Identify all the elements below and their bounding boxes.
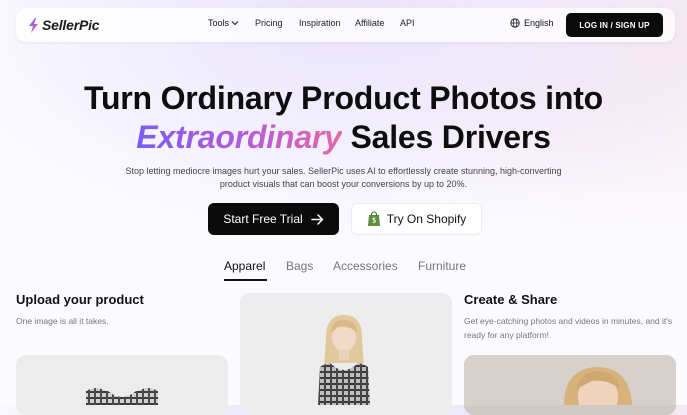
globe-icon: [510, 18, 520, 28]
hero-subtitle: Stop letting mediocre images hurt your s…: [125, 166, 562, 189]
tab-accessories[interactable]: Accessories: [333, 259, 398, 273]
create-step-title: Create & Share: [464, 292, 558, 307]
upload-step-title: Upload your product: [16, 292, 144, 307]
try-on-shopify-button[interactable]: Try On Shopify: [351, 203, 482, 235]
blonde-model-photo-image: [464, 355, 676, 415]
language-label: English: [524, 18, 554, 28]
active-tab-indicator: [224, 279, 267, 281]
plaid-vest-product-image: [86, 388, 158, 405]
arrow-right-icon: [310, 213, 323, 225]
hero-highlight: Extraordinary: [136, 119, 342, 155]
nav-tools-label: Tools: [208, 18, 230, 28]
logo[interactable]: SellerPic: [28, 17, 100, 33]
tab-furniture[interactable]: Furniture: [418, 259, 466, 273]
nav-api-link[interactable]: API: [400, 18, 415, 28]
start-free-trial-label: Start Free Trial: [223, 212, 303, 226]
logo-text: SellerPic: [42, 17, 100, 33]
hero-title-line-1: Turn Ordinary Product Photos into: [83, 80, 604, 116]
login-signup-button[interactable]: LOG IN / SIGN UP: [566, 13, 663, 37]
start-free-trial-button[interactable]: Start Free Trial: [208, 203, 339, 235]
tab-apparel[interactable]: Apparel: [224, 259, 265, 273]
hero-title-line-2: Extraordinary Sales Drivers: [0, 119, 687, 156]
nav-pricing-link[interactable]: Pricing: [255, 18, 283, 28]
create-step-text: Get eye-catching photos and videos in mi…: [464, 316, 673, 340]
top-nav: SellerPic Tools Pricing Inspiration Affi…: [16, 8, 675, 42]
upload-step-text: One image is all it takes.: [16, 316, 109, 326]
try-on-shopify-label: Try On Shopify: [386, 212, 467, 226]
nav-affiliate-link[interactable]: Affiliate: [355, 18, 384, 28]
model-wearing-vest-image: [318, 315, 370, 405]
lightning-logo-icon: [29, 17, 38, 33]
chevron-down-icon: [231, 21, 239, 26]
nav-inspiration-link[interactable]: Inspiration: [299, 18, 341, 28]
shopify-bag-icon: [367, 211, 380, 226]
nav-tools-menu[interactable]: Tools: [208, 18, 239, 28]
tab-bags[interactable]: Bags: [286, 259, 313, 273]
product-upload-image: [16, 355, 228, 415]
hero-title-rest: Sales Drivers: [350, 119, 551, 155]
language-selector[interactable]: English: [510, 18, 554, 28]
share-photo-image: [464, 355, 676, 415]
model-photo-image: [240, 293, 452, 415]
